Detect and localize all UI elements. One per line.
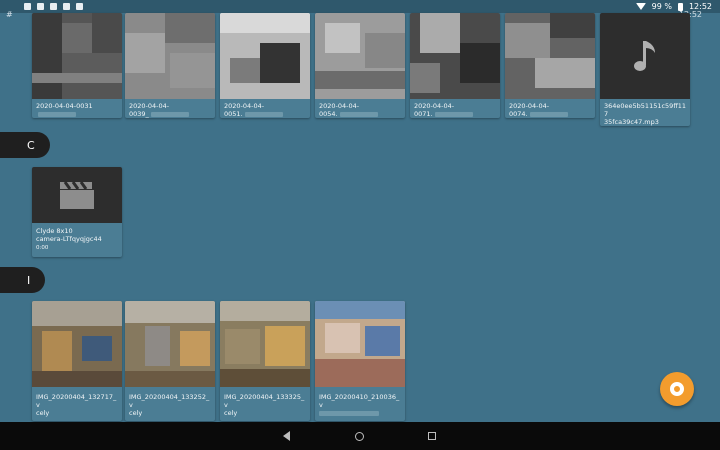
- section-header-c: C: [0, 132, 50, 158]
- image-tile[interactable]: IMG_20200404_133325_v cely: [220, 301, 310, 421]
- thumbnail: [220, 13, 310, 99]
- back-icon[interactable]: [283, 431, 291, 441]
- file-name: 2020-04-04- 0039_: [125, 99, 215, 118]
- thumbnail: [220, 301, 310, 387]
- file-name: Clyde 8x10 camera-LTfqyqjgc44: [36, 227, 102, 243]
- thumbnail: [505, 13, 595, 99]
- media-tile[interactable]: 2020-04-04- 0051.: [220, 13, 310, 118]
- file-name: 2020-04-04- 0051.: [220, 99, 310, 118]
- video-duration: 0:00: [36, 245, 49, 251]
- image-tile[interactable]: IMG_20200404_132717_v cely: [32, 301, 122, 421]
- status-bar: 99 % 12:52: [0, 0, 720, 13]
- home-icon[interactable]: [355, 431, 364, 441]
- settings-ring-icon: [670, 382, 684, 396]
- section-letter: C: [27, 138, 35, 152]
- file-name: 364e0ee5b51151c59ff117 35fca39c47.mp3: [604, 102, 687, 126]
- file-name: IMG_20200410_210036_v: [315, 387, 405, 417]
- file-name: 2020-04-04-0031: [32, 99, 122, 118]
- file-name: 2020-04-04- 0054.: [315, 99, 405, 118]
- section-letter: I: [27, 273, 31, 287]
- recent-apps-icon[interactable]: [428, 432, 436, 440]
- status-icons-left: [24, 3, 83, 10]
- section-header-i: I: [0, 267, 45, 293]
- video-tile[interactable]: Clyde 8x10 camera-LTfqyqjgc44 0:00: [32, 167, 122, 257]
- thumbnail: [315, 13, 405, 99]
- clapperboard-icon: [60, 181, 94, 209]
- file-name: IMG_20200404_132717_v cely: [36, 393, 117, 417]
- thumbnail: [315, 301, 405, 387]
- facebook-icon: [37, 3, 44, 10]
- image-tile[interactable]: IMG_20200410_210036_v: [315, 301, 405, 421]
- media-tile[interactable]: 2020-04-04- 0071.: [410, 13, 500, 118]
- thumbnail: [410, 13, 500, 99]
- wifi-icon: [635, 3, 646, 10]
- file-name: IMG_20200404_133252_v cely: [129, 393, 210, 417]
- media-tile[interactable]: 2020-04-04- 0054.: [315, 13, 405, 118]
- audio-thumbnail: [600, 13, 690, 99]
- file-name: 2020-04-04- 0071.: [410, 99, 500, 118]
- battery-percent: 99 %: [651, 2, 672, 11]
- thumbnail: [32, 301, 122, 387]
- thumbnail: [125, 13, 215, 99]
- sync-icon: [76, 3, 83, 10]
- settings-fab-button[interactable]: [660, 372, 694, 406]
- video-thumbnail: [32, 167, 122, 223]
- file-name: 2020-04-04- 0074.: [505, 99, 595, 118]
- music-note-icon: [634, 41, 655, 71]
- section-letter-top: #: [6, 10, 13, 19]
- thumbnail: [32, 13, 122, 99]
- file-name: IMG_20200404_133325_v cely: [224, 393, 305, 417]
- folder-icon: [63, 3, 70, 10]
- audio-tile[interactable]: 364e0ee5b51151c59ff117 35fca39c47.mp3: [600, 13, 690, 126]
- download-icon: [24, 3, 31, 10]
- media-tile[interactable]: 2020-04-04- 0074.: [505, 13, 595, 118]
- navigation-bar: [0, 422, 720, 450]
- image-icon: [50, 3, 57, 10]
- media-tile[interactable]: 2020-04-04-0031: [32, 13, 122, 118]
- image-tile[interactable]: IMG_20200404_133252_v cely: [125, 301, 215, 421]
- thumbnail: [125, 301, 215, 387]
- media-tile[interactable]: 2020-04-04- 0039_: [125, 13, 215, 118]
